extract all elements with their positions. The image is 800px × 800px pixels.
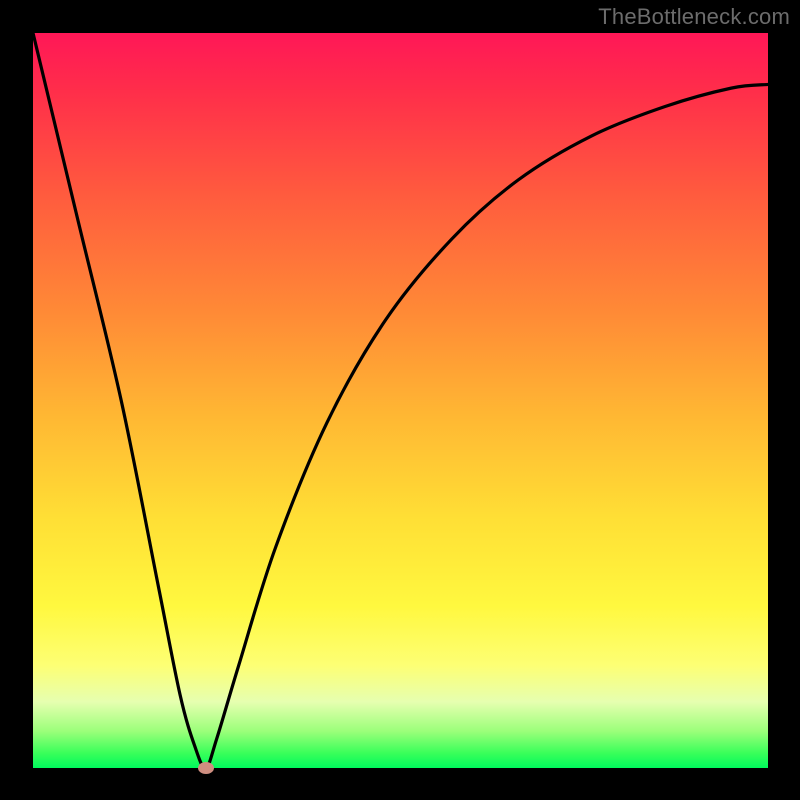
plot-area (33, 33, 768, 768)
chart-frame: TheBottleneck.com (0, 0, 800, 800)
bottleneck-curve (33, 33, 768, 768)
watermark-text: TheBottleneck.com (598, 4, 790, 30)
minimum-marker (198, 762, 214, 774)
curve-path (33, 33, 768, 768)
